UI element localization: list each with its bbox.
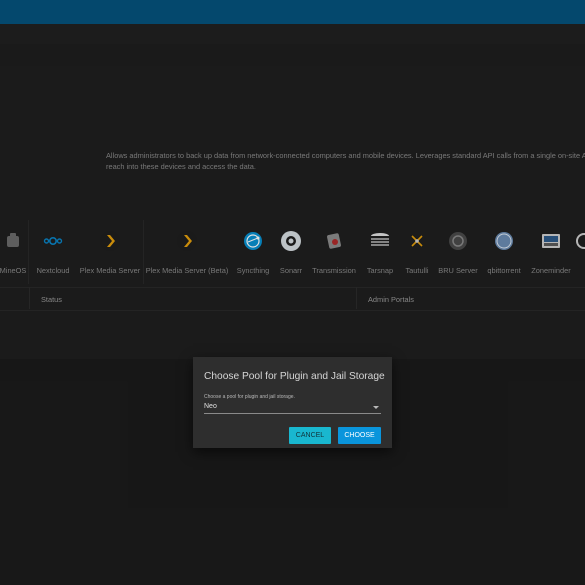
- choose-pool-dialog: Choose Pool for Plugin and Jail Storage …: [193, 357, 392, 448]
- dialog-title: Choose Pool for Plugin and Jail Storage: [204, 371, 385, 382]
- pool-select[interactable]: Neo: [204, 401, 381, 414]
- modal-backdrop[interactable]: [0, 0, 585, 585]
- cancel-button[interactable]: CANCEL: [289, 427, 331, 444]
- pool-select-label: Choose a pool for plugin and jail storag…: [204, 394, 295, 400]
- pool-select-value: Neo: [204, 403, 217, 410]
- choose-button[interactable]: CHOOSE: [338, 427, 381, 444]
- chevron-down-icon: [373, 406, 379, 409]
